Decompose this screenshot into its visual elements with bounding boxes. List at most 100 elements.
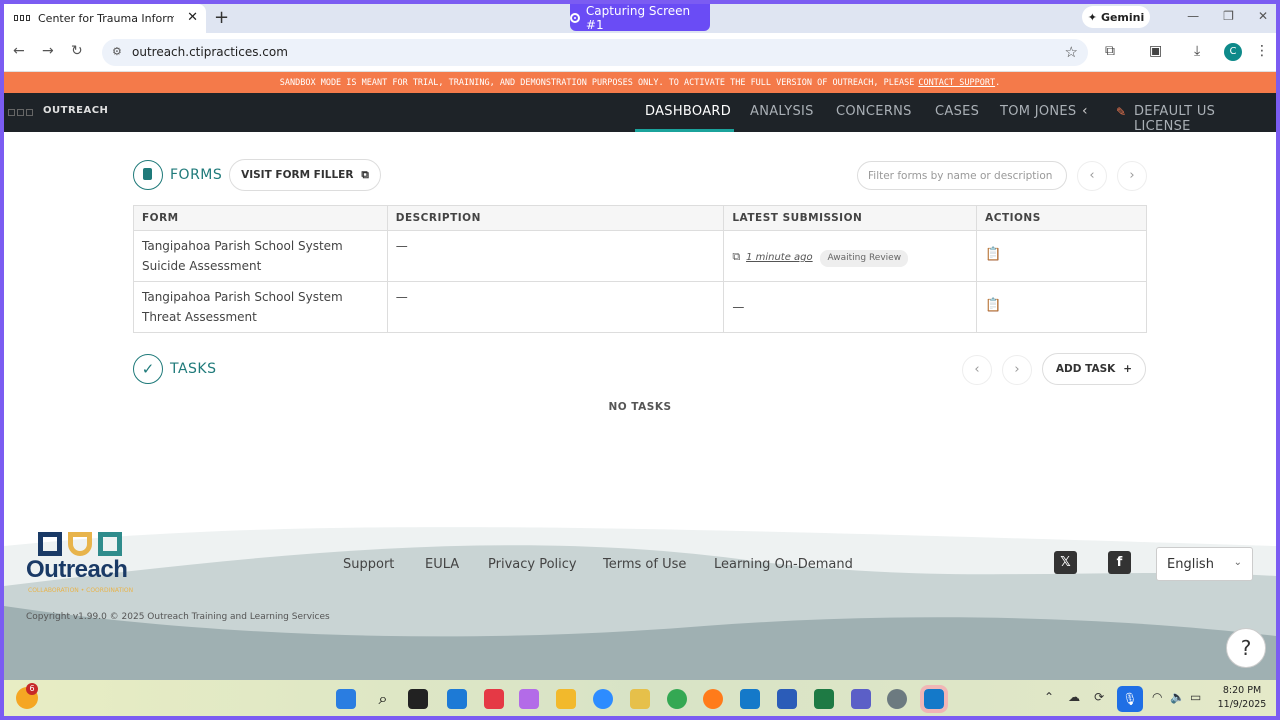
settings-app-icon[interactable]: [447, 689, 467, 709]
logo-square-icon: [38, 532, 62, 556]
footer: Outreach COLLABORATION • COORDINATION Su…: [4, 516, 1276, 680]
sandbox-banner: SANDBOX MODE IS MEANT FOR TRIAL, TRAININ…: [4, 72, 1276, 93]
wifi-icon[interactable]: ◠: [1152, 690, 1162, 704]
site-info-icon[interactable]: ⚙: [112, 45, 122, 58]
footer-link-support[interactable]: Support: [343, 557, 394, 572]
tasks-next-button[interactable]: ›: [1002, 355, 1032, 385]
word-icon[interactable]: [777, 689, 797, 709]
forms-next-button[interactable]: ›: [1117, 161, 1147, 191]
chevron-up-icon[interactable]: ⌃: [1044, 690, 1054, 704]
excel-icon[interactable]: [814, 689, 834, 709]
chrome-icon[interactable]: [667, 689, 687, 709]
actions-cell: 📋: [976, 230, 1147, 282]
footer-tagline: COLLABORATION • COORDINATION: [28, 587, 134, 594]
logo-square-icon: [98, 532, 122, 556]
external-link-icon[interactable]: ⧉: [732, 250, 740, 263]
tab-search-icon[interactable]: ▣: [1149, 43, 1162, 59]
form-name-line2: Suicide Assessment: [142, 259, 262, 273]
app-name[interactable]: OUTREACH: [43, 105, 108, 116]
forms-prev-button[interactable]: ‹: [1077, 161, 1107, 191]
screen: Center for Trauma Informed Pra ✕ + Captu…: [4, 4, 1276, 716]
microphone-icon[interactable]: 🎙: [1117, 686, 1143, 712]
status-badge: Awaiting Review: [820, 250, 909, 267]
minimize-icon[interactable]: —: [1187, 9, 1199, 23]
back-icon[interactable]: ←: [13, 43, 25, 59]
bookmark-star-icon[interactable]: ☆: [1065, 43, 1078, 61]
clipboard-list-icon[interactable]: 📋: [985, 298, 1001, 313]
forward-icon[interactable]: →: [42, 43, 54, 59]
form-name-cell[interactable]: Tangipahoa Parish School System Suicide …: [133, 230, 388, 282]
search-icon[interactable]: ⌕: [373, 689, 393, 709]
sync-icon[interactable]: ⟳: [1094, 690, 1104, 704]
contact-support-link[interactable]: CONTACT SUPPORT: [918, 78, 995, 88]
nav-user[interactable]: TOM JONES: [1000, 104, 1076, 119]
address-bar-row: ← → ↻ ⚙ outreach.ctipractices.com ☆ ⧉ ▣ …: [4, 33, 1276, 72]
gemini-button[interactable]: ✦ Gemini: [1082, 6, 1150, 28]
omnibox[interactable]: ⚙ outreach.ctipractices.com ☆: [102, 39, 1088, 66]
task-view-icon[interactable]: [408, 689, 428, 709]
zoom-icon[interactable]: [593, 689, 613, 709]
facebook-icon[interactable]: f: [1108, 551, 1131, 574]
add-task-button[interactable]: ADD TASK +: [1042, 353, 1146, 385]
copilot-icon[interactable]: [519, 689, 539, 709]
tasks-prev-button[interactable]: ‹: [962, 355, 992, 385]
volume-icon[interactable]: 🔈: [1170, 690, 1185, 704]
profile-avatar[interactable]: C: [1224, 43, 1242, 61]
reload-icon[interactable]: ↻: [71, 43, 83, 59]
forms-table: FORM DESCRIPTION LATEST SUBMISSION ACTIO…: [133, 205, 1147, 333]
nav-analysis[interactable]: ANALYSIS: [750, 104, 814, 119]
tab-close-icon[interactable]: ✕: [187, 10, 198, 25]
forms-heading: FORMS: [170, 167, 223, 183]
extensions-icon[interactable]: ⧉: [1105, 43, 1115, 59]
visit-form-filler-label: VISIT FORM FILLER: [241, 169, 354, 181]
nav-cases[interactable]: CASES: [935, 104, 979, 119]
nav-concerns[interactable]: CONCERNS: [836, 104, 912, 119]
column-header-latest: LATEST SUBMISSION: [723, 205, 978, 231]
window-close-icon[interactable]: ✕: [1258, 9, 1268, 23]
restore-icon[interactable]: ❐: [1223, 9, 1234, 23]
plus-icon: +: [1123, 363, 1133, 375]
external-link-icon: ⧉: [361, 168, 369, 181]
visit-form-filler-button[interactable]: VISIT FORM FILLER ⧉: [229, 159, 381, 191]
chevron-left-icon[interactable]: ‹: [1082, 103, 1088, 119]
settings-icon[interactable]: [887, 689, 907, 709]
latest-submission-link[interactable]: 1 minute ago: [746, 252, 813, 263]
file-explorer-icon[interactable]: [556, 689, 576, 709]
menu-icon[interactable]: ⋮: [1255, 43, 1269, 59]
clock-date[interactable]: 11/9/2025: [1214, 699, 1270, 710]
start-icon[interactable]: [336, 689, 356, 709]
footer-link-learning[interactable]: Learning On-Demand: [714, 557, 853, 572]
notification-badge: 6: [26, 683, 38, 695]
footer-link-privacy[interactable]: Privacy Policy: [488, 557, 577, 572]
add-task-label: ADD TASK: [1055, 363, 1116, 375]
new-tab-icon[interactable]: +: [214, 7, 229, 28]
filter-forms-input[interactable]: [857, 161, 1067, 190]
firefox-icon[interactable]: [703, 689, 723, 709]
license-label[interactable]: DEFAULT US LICENSE: [1134, 104, 1276, 134]
url-text[interactable]: outreach.ctipractices.com: [132, 45, 288, 59]
tab-title: Center for Trauma Informed Pra: [38, 12, 174, 25]
browser-tab[interactable]: Center for Trauma Informed Pra ✕: [4, 4, 206, 33]
footer-link-terms[interactable]: Terms of Use: [603, 557, 686, 572]
onedrive-icon[interactable]: ☁: [1068, 690, 1080, 704]
download-icon[interactable]: ⤓: [1194, 43, 1200, 59]
sparkle-icon: ✦: [1087, 10, 1097, 24]
outlook-icon[interactable]: [740, 689, 760, 709]
battery-icon[interactable]: ▭: [1190, 690, 1201, 704]
capture-label: Capturing Screen #1: [585, 4, 691, 32]
clock-time[interactable]: 8:20 PM: [1214, 685, 1270, 696]
nav-dashboard[interactable]: DASHBOARD: [645, 104, 731, 119]
window-controls: — ❐ ✕: [1187, 9, 1268, 23]
screen-capture-indicator[interactable]: Capturing Screen #1: [570, 4, 710, 32]
x-twitter-icon[interactable]: 𝕏: [1054, 551, 1077, 574]
slack-icon[interactable]: [630, 689, 650, 709]
check-circle-icon: ✓: [133, 354, 163, 384]
footer-link-eula[interactable]: EULA: [425, 557, 459, 572]
language-select[interactable]: English ⌄: [1156, 547, 1253, 581]
form-name-cell[interactable]: Tangipahoa Parish School System Threat A…: [133, 281, 388, 333]
app-icon[interactable]: [484, 689, 504, 709]
outlook-active-icon[interactable]: [920, 685, 948, 713]
teams-icon[interactable]: [851, 689, 871, 709]
clipboard-list-icon[interactable]: 📋: [985, 247, 1001, 262]
help-button[interactable]: ?: [1226, 628, 1266, 668]
